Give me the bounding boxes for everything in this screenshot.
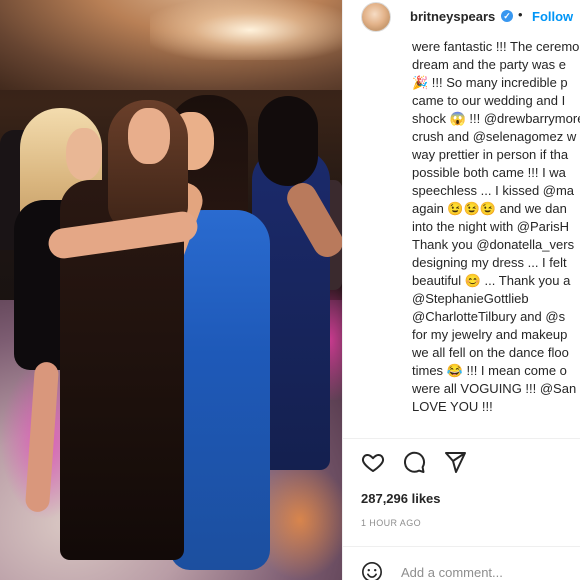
woman-blue-jumpsuit [170,210,270,570]
caption-line: beautiful 😊 ... Thank you a [412,273,571,288]
comment-input[interactable] [401,562,571,580]
likes-count[interactable]: 287,296 likes [361,491,441,506]
caption-line: @CharlotteTilbury and @s [412,309,566,324]
caption-line: possible both came !!! I wa [412,165,566,180]
username-link[interactable]: britneyspears [410,9,495,24]
divider [343,438,580,439]
caption-line: we all fell on the dance floo [412,345,569,360]
caption-line: were all VOGUING !!! @San [412,381,577,396]
post-photo[interactable] [0,0,342,580]
follow-button[interactable]: Follow [532,9,573,24]
ceiling-light [150,0,342,60]
post-header: britneyspears ✓ • Follow [343,0,580,32]
post-timestamp[interactable]: 1 HOUR AGO [361,518,421,528]
caption-line: crush and @selenagomez w [412,129,577,144]
caption-line: for my jewelry and makeup [412,327,568,342]
header-separator: • [518,7,523,22]
caption-line: @StephanieGottlieb [412,291,529,306]
post-details-panel: britneyspears ✓ • Follow were fantastic … [342,0,580,580]
post-caption: were fantastic !!! The ceremony dream and… [412,38,580,434]
caption-line: speechless ... I kissed @ma [412,183,575,198]
emoji-icon[interactable] [361,561,383,580]
avatar[interactable] [361,2,391,32]
share-icon[interactable] [443,450,467,474]
comment-icon[interactable] [402,450,426,474]
caption-line: 🎉 !!! So many incredible p [412,75,568,90]
guest-navy-hair [258,96,318,186]
woman-blonde-face [66,128,102,180]
caption-line: shock 😱 !!! @drewbarrymore [412,111,580,126]
caption-line: again 😉😉😉 and we dan [412,201,567,216]
caption-line: were fantastic !!! The ceremony [412,39,580,54]
heart-icon[interactable] [361,450,385,474]
caption-line: way prettier in person if tha [412,147,569,162]
woman-brown-face [128,108,170,164]
divider [343,546,580,547]
caption-line: times 😂 !!! I mean come o [412,363,567,378]
caption-line: Thank you @donatella_vers [412,237,575,252]
caption-line: into the night with @ParisH [412,219,569,234]
caption-line: came to our wedding and I [412,93,566,108]
caption-line: LOVE YOU !!! [412,399,493,414]
caption-line: dream and the party was e [412,57,566,72]
verified-badge-icon: ✓ [501,10,513,22]
caption-line: designing my dress ... I felt [412,255,567,270]
